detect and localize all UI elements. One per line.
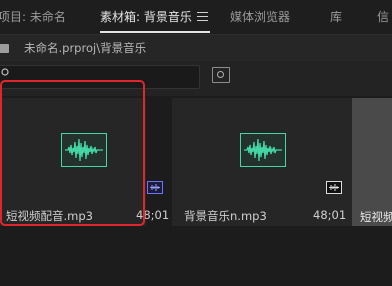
selection-highlight-annotation — [0, 80, 145, 226]
tab-bin-background-music[interactable]: 素材箱: 背景音乐 — [100, 0, 192, 34]
panel-tab-bar: 项目: 未命名 素材箱: 背景音乐 媒体浏览器 库 信 — [0, 0, 392, 35]
tab-info[interactable]: 信 — [377, 0, 389, 34]
clip-name: 背景音乐n.mp3 — [184, 209, 267, 223]
panel-menu-icon[interactable] — [197, 12, 208, 21]
clip-card[interactable] — [352, 98, 392, 226]
bin-path: 未命名.prproj\背景音乐 — [24, 41, 147, 55]
audio-waveform-icon — [240, 133, 286, 167]
clip-name: 短视频 — [360, 210, 392, 224]
tab-media-browser[interactable]: 媒体浏览器 — [230, 0, 290, 34]
audio-badge-icon — [147, 181, 163, 194]
folder-icon[interactable] — [0, 44, 9, 53]
tab-libraries[interactable]: 库 — [330, 0, 342, 34]
tab-project[interactable]: 项目: 未命名 — [0, 0, 66, 34]
find-button[interactable] — [212, 67, 230, 83]
active-tab-indicator — [100, 31, 210, 33]
clip-duration: 48;01 — [313, 208, 347, 222]
search-icon — [1, 68, 9, 76]
audio-badge-icon — [326, 181, 342, 194]
